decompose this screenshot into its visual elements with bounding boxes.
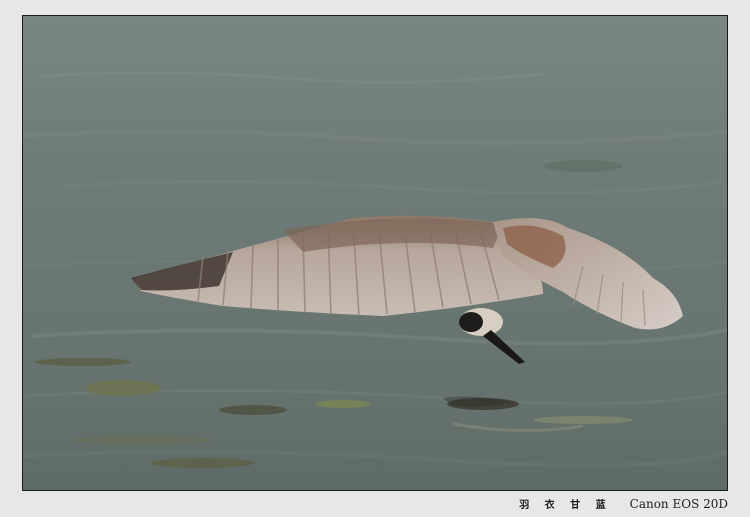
photo-scene (23, 70, 727, 468)
water-plants (35, 160, 633, 468)
camera-model: Canon EOS 20D (629, 497, 728, 511)
photographer-name: 羽 衣 甘 蓝 (519, 500, 612, 511)
left-wingtip (131, 252, 233, 291)
photo (22, 15, 728, 491)
photo-caption: 羽 衣 甘 蓝 Canon EOS 20D (519, 496, 728, 511)
bird-beak (483, 330, 525, 364)
